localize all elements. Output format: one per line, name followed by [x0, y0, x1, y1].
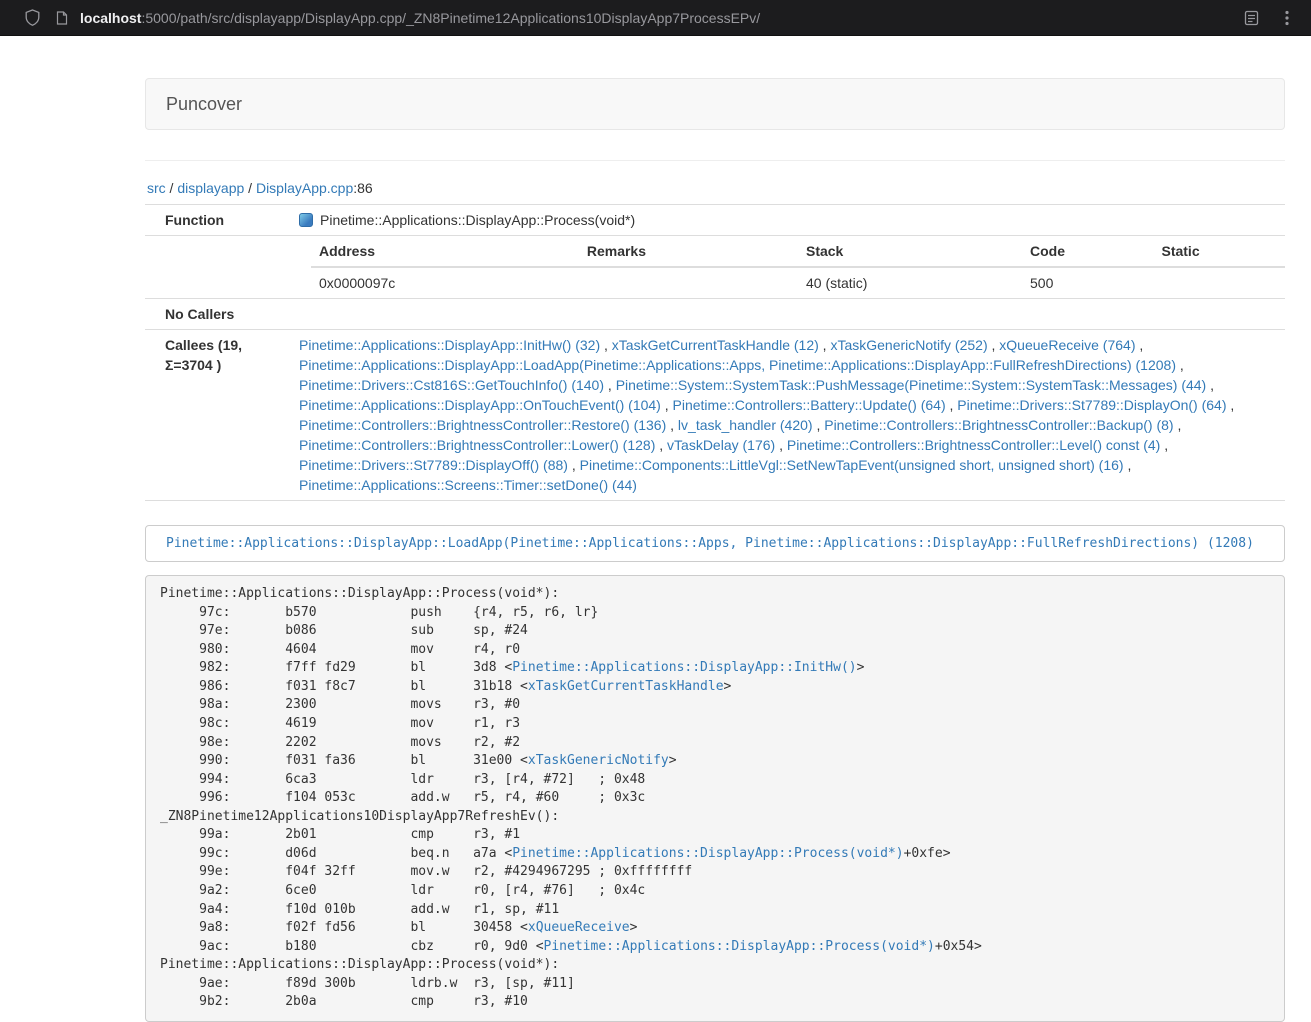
inner-table-header-row: AddressRemarksStackCodeStatic — [311, 236, 1285, 267]
disassembly-panel: Pinetime::Applications::DisplayApp::Proc… — [145, 575, 1285, 1022]
callee-link[interactable]: Pinetime::Applications::Screens::Timer::… — [299, 477, 637, 493]
callee-link[interactable]: Pinetime::Applications::DisplayApp::Init… — [299, 337, 600, 353]
url-bar[interactable]: localhost:5000/path/src/displayapp/Displ… — [52, 8, 760, 28]
code-symbol-link[interactable]: Pinetime::Applications::DisplayApp::Proc… — [544, 939, 935, 954]
callees-label: Callees (19, Σ=3704 ) — [145, 330, 291, 501]
function-detail-values-row: 0x0000097c 40 (static) 500 — [311, 267, 1285, 298]
divider — [145, 160, 1285, 161]
function-name-cell: Pinetime::Applications::DisplayApp::Proc… — [291, 205, 1285, 236]
app-header: Puncover — [145, 78, 1285, 130]
callee-link[interactable]: Pinetime::Components::LittleVgl::SetNewT… — [580, 457, 1124, 473]
page-title: Puncover — [166, 94, 242, 115]
callee-link[interactable]: xTaskGenericNotify (252) — [830, 337, 987, 353]
column-header: Remarks — [579, 236, 798, 267]
code-symbol-link[interactable]: Pinetime::Applications::DisplayApp::Proc… — [512, 846, 903, 861]
breadcrumb-link-file[interactable]: DisplayApp.cpp — [256, 180, 353, 196]
code-symbol-link[interactable]: Pinetime::Applications::DisplayApp::Init… — [512, 660, 856, 675]
callee-link[interactable]: vTaskDelay (176) — [667, 437, 775, 453]
column-header: Static — [1153, 236, 1285, 267]
function-name: Pinetime::Applications::DisplayApp::Proc… — [320, 212, 635, 228]
breadcrumb-link-displayapp[interactable]: displayapp — [177, 180, 244, 196]
code-symbol-link[interactable]: xTaskGetCurrentTaskHandle — [528, 679, 724, 694]
callee-link[interactable]: Pinetime::Controllers::BrightnessControl… — [299, 437, 655, 453]
function-table: Function Pinetime::Applications::Display… — [145, 204, 1285, 501]
function-detail-row: AddressRemarksStackCodeStatic 0x0000097c… — [145, 236, 1285, 299]
callee-link[interactable]: Pinetime::Controllers::Battery::Update()… — [673, 397, 946, 413]
column-header: Stack — [798, 236, 1022, 267]
remarks-cell — [579, 267, 798, 298]
no-callers-row: No Callers — [145, 299, 1285, 330]
callee-link[interactable]: lv_task_handler (420) — [678, 417, 813, 433]
page-content: Puncover src / displayapp / DisplayApp.c… — [145, 78, 1285, 1022]
empty-row-label — [145, 236, 291, 299]
callee-link[interactable]: Pinetime::Drivers::Cst816S::GetTouchInfo… — [299, 377, 604, 393]
function-row: Function Pinetime::Applications::Display… — [145, 205, 1285, 236]
page-icon — [52, 8, 72, 28]
callees-list: Pinetime::Applications::DisplayApp::Init… — [291, 330, 1285, 501]
stack-cell: 40 (static) — [798, 267, 1022, 298]
disassembly-pre: Pinetime::Applications::DisplayApp::Proc… — [160, 585, 1270, 1012]
browser-actions — [1241, 8, 1297, 28]
breadcrumb-link-src[interactable]: src — [147, 180, 166, 196]
callee-link[interactable]: Pinetime::Controllers::BrightnessControl… — [824, 417, 1173, 433]
callee-link[interactable]: Pinetime::System::SystemTask::PushMessag… — [616, 377, 1207, 393]
callees-row: Callees (19, Σ=3704 ) Pinetime::Applicat… — [145, 330, 1285, 501]
url-path: :5000/path/src/displayapp/DisplayApp.cpp… — [141, 10, 760, 26]
url-text: localhost:5000/path/src/displayapp/Displ… — [80, 10, 760, 26]
static-cell — [1153, 267, 1285, 298]
shield-icon[interactable] — [22, 8, 42, 28]
highlighted-callee-panel: Pinetime::Applications::DisplayApp::Load… — [145, 525, 1285, 562]
highlighted-callee-link[interactable]: Pinetime::Applications::DisplayApp::Load… — [166, 536, 1254, 551]
breadcrumb-line-number: :86 — [353, 180, 372, 196]
function-detail-cell: AddressRemarksStackCodeStatic 0x0000097c… — [291, 236, 1285, 299]
reader-view-icon[interactable] — [1241, 8, 1261, 28]
breadcrumb-separator: / — [166, 180, 178, 196]
callee-link[interactable]: xQueueReceive (764) — [999, 337, 1135, 353]
callee-link[interactable]: Pinetime::Controllers::BrightnessControl… — [787, 437, 1160, 453]
callee-link[interactable]: xTaskGetCurrentTaskHandle (12) — [612, 337, 819, 353]
column-header: Code — [1022, 236, 1153, 267]
function-row-label: Function — [145, 205, 291, 236]
callee-link[interactable]: Pinetime::Controllers::BrightnessControl… — [299, 417, 666, 433]
url-host: localhost — [80, 10, 141, 26]
callee-link[interactable]: Pinetime::Applications::DisplayApp::Load… — [299, 357, 1176, 373]
breadcrumb-separator: / — [244, 180, 256, 196]
callee-link[interactable]: Pinetime::Drivers::St7789::DisplayOn() (… — [957, 397, 1226, 413]
column-header: Address — [311, 236, 579, 267]
code-symbol-link[interactable]: xTaskGenericNotify — [528, 753, 669, 768]
no-callers-label: No Callers — [145, 299, 291, 330]
no-callers-cell — [291, 299, 1285, 330]
function-detail-table: AddressRemarksStackCodeStatic 0x0000097c… — [311, 236, 1285, 298]
address-cell: 0x0000097c — [311, 267, 579, 298]
breadcrumb: src / displayapp / DisplayApp.cpp:86 — [147, 180, 1285, 196]
kebab-menu-icon[interactable] — [1277, 8, 1297, 28]
callee-link[interactable]: Pinetime::Applications::DisplayApp::OnTo… — [299, 397, 661, 413]
code-cell: 500 — [1022, 267, 1153, 298]
method-icon — [299, 213, 313, 227]
browser-chrome: localhost:5000/path/src/displayapp/Displ… — [0, 0, 1311, 36]
code-symbol-link[interactable]: xQueueReceive — [528, 920, 630, 935]
callee-link[interactable]: Pinetime::Drivers::St7789::DisplayOff() … — [299, 457, 568, 473]
